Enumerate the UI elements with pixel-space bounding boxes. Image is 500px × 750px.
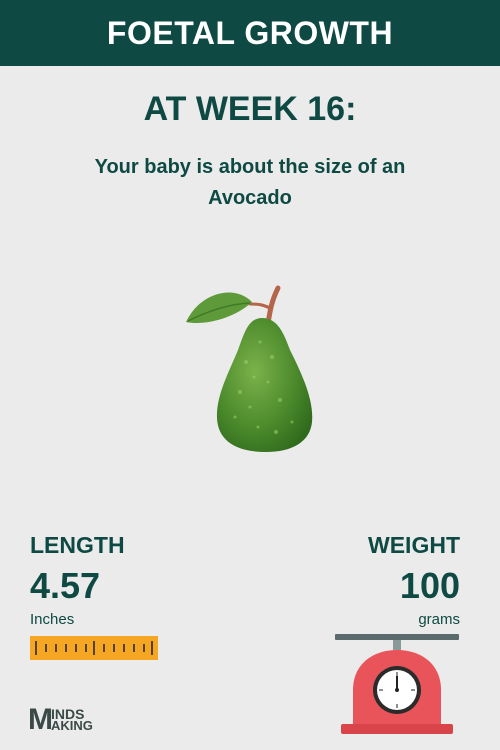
header-bar: FOETAL GROWTH	[0, 0, 500, 66]
avocado-icon	[186, 285, 313, 452]
logo-line2: AKING	[51, 718, 93, 733]
weighing-scale-icon	[335, 634, 459, 734]
length-label: LENGTH	[30, 532, 125, 558]
header-title: FOETAL GROWTH	[106, 14, 394, 51]
weight-label: WEIGHT	[368, 532, 460, 558]
weight-value: 100	[399, 565, 460, 606]
size-comparison-text: Your baby is about the size of an Avocad…	[94, 156, 406, 209]
length-value: 4.57	[30, 565, 101, 606]
weight-unit: grams	[418, 611, 460, 628]
logo-letter: M	[28, 703, 53, 736]
length-unit: Inches	[30, 611, 75, 628]
measuring-tape-icon	[30, 636, 158, 660]
week-heading: AT WEEK 16:	[143, 90, 357, 128]
brand-logo: M INDS AKING	[28, 703, 108, 737]
